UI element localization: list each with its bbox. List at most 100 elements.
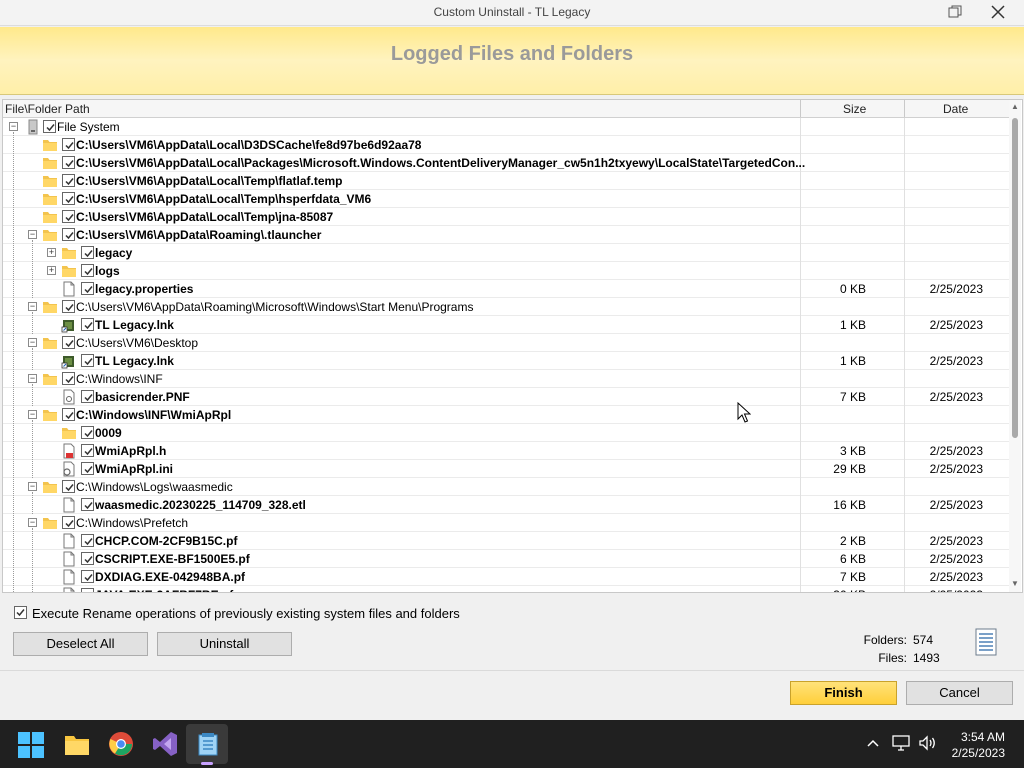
row-checkbox[interactable] [81, 588, 94, 592]
row-checkbox[interactable] [62, 516, 75, 529]
checkmark-icon [65, 178, 74, 186]
row-checkbox[interactable] [62, 372, 75, 385]
tree-row[interactable]: JAVA.EXE-3AFBF7BE.pf 30 KB 2/25/2023 [3, 586, 1009, 592]
row-size: 7 KB [839, 570, 866, 584]
row-checkbox[interactable] [62, 138, 75, 151]
tree-row[interactable]: C:\Users\VM6\AppData\Local\Temp\flatlaf.… [3, 172, 1009, 190]
deselect-all-button[interactable]: Deselect All [13, 632, 148, 656]
restore-icon[interactable] [948, 5, 962, 19]
row-checkbox[interactable] [81, 498, 94, 511]
file-icon [63, 497, 75, 513]
checkmark-icon [84, 250, 93, 258]
tree-guide-line [32, 348, 33, 370]
tree-row[interactable]: CSCRIPT.EXE-BF1500E5.pf 6 KB 2/25/2023 [3, 550, 1009, 568]
tree-row[interactable]: C:\Users\VM6\AppData\Local\Packages\Micr… [3, 154, 1009, 172]
row-checkbox[interactable] [81, 282, 94, 295]
row-checkbox[interactable] [62, 300, 75, 313]
uninstall-button[interactable]: Uninstall [157, 632, 292, 656]
row-checkbox[interactable] [62, 408, 75, 421]
file-tree[interactable]: File\Folder Path Size Date − File System C… [2, 99, 1023, 593]
tree-guide-line [32, 492, 33, 514]
scroll-up-icon[interactable]: ▲ [1010, 102, 1020, 112]
row-checkbox[interactable] [62, 156, 75, 169]
tree-row[interactable]: C:\Users\VM6\AppData\Local\D3DSCache\fe8… [3, 136, 1009, 154]
report-icon[interactable] [975, 628, 997, 656]
collapse-icon[interactable]: − [9, 122, 18, 131]
row-checkbox[interactable] [62, 336, 75, 349]
tree-row[interactable]: DXDIAG.EXE-042948BA.pf 7 KB 2/25/2023 [3, 568, 1009, 586]
visual-studio-icon[interactable] [152, 731, 178, 757]
row-checkbox[interactable] [81, 246, 94, 259]
tree-row[interactable]: WmiApRpl.h 3 KB 2/25/2023 [3, 442, 1009, 460]
chevron-up-icon[interactable] [866, 737, 880, 749]
expand-icon[interactable]: + [47, 248, 56, 257]
collapse-icon[interactable]: − [28, 230, 37, 239]
row-label: legacy [95, 246, 133, 260]
collapse-icon[interactable]: − [28, 518, 37, 527]
row-checkbox[interactable] [62, 174, 75, 187]
tree-row[interactable]: + logs [3, 262, 1009, 280]
collapse-icon[interactable]: − [28, 338, 37, 347]
tree-row[interactable]: − C:\Windows\INF\WmiApRpl [3, 406, 1009, 424]
row-checkbox[interactable] [81, 534, 94, 547]
tree-row[interactable]: − C:\Windows\Prefetch [3, 514, 1009, 532]
checkmark-icon [84, 466, 93, 474]
stats-panel: Folders: 574 Files: 1493 [853, 631, 940, 667]
column-header-date[interactable]: Date [943, 102, 968, 116]
collapse-icon[interactable]: − [28, 482, 37, 491]
tree-row[interactable]: TL Legacy.lnk 1 KB 2/25/2023 [3, 316, 1009, 334]
file-explorer-icon[interactable] [64, 732, 90, 756]
row-label: CSCRIPT.EXE-BF1500E5.pf [95, 552, 250, 566]
tree-row[interactable]: C:\Users\VM6\AppData\Local\Temp\hsperfda… [3, 190, 1009, 208]
vertical-scrollbar[interactable]: ▲ ▼ [1009, 100, 1021, 592]
volume-icon[interactable] [918, 735, 936, 751]
taskbar-clock[interactable]: 3:54 AM 2/25/2023 [935, 729, 1005, 761]
row-label: C:\Users\VM6\AppData\Roaming\Microsoft\W… [76, 300, 474, 314]
row-checkbox[interactable] [62, 228, 75, 241]
tree-row[interactable]: − C:\Windows\INF [3, 370, 1009, 388]
tree-row[interactable]: − File System [3, 118, 1009, 136]
tree-row[interactable]: − C:\Users\VM6\Desktop [3, 334, 1009, 352]
tree-row[interactable]: − C:\Users\VM6\AppData\Roaming\.tlauncher [3, 226, 1009, 244]
row-checkbox[interactable] [62, 192, 75, 205]
scroll-thumb[interactable] [1012, 118, 1018, 438]
row-checkbox[interactable] [81, 444, 94, 457]
tree-row[interactable]: waasmedic.20230225_114709_328.etl 16 KB 2/… [3, 496, 1009, 514]
column-header-path[interactable]: File\Folder Path [5, 102, 90, 116]
scroll-down-icon[interactable]: ▼ [1010, 579, 1020, 589]
row-checkbox[interactable] [81, 390, 94, 403]
rename-operations-checkbox[interactable] [14, 606, 27, 619]
collapse-icon[interactable]: − [28, 374, 37, 383]
tree-row[interactable]: C:\Users\VM6\AppData\Local\Temp\jna-8508… [3, 208, 1009, 226]
row-checkbox[interactable] [81, 318, 94, 331]
tree-row[interactable]: WmiApRpl.ini 29 KB 2/25/2023 [3, 460, 1009, 478]
tree-row[interactable]: − C:\Users\VM6\AppData\Roaming\Microsoft\… [3, 298, 1009, 316]
row-checkbox[interactable] [81, 462, 94, 475]
row-checkbox[interactable] [81, 570, 94, 583]
row-checkbox[interactable] [43, 120, 56, 133]
row-checkbox[interactable] [81, 552, 94, 565]
collapse-icon[interactable]: − [28, 410, 37, 419]
uninstaller-app-icon[interactable] [196, 731, 220, 757]
column-header-size[interactable]: Size [843, 102, 866, 116]
row-checkbox[interactable] [81, 264, 94, 277]
close-icon[interactable] [990, 4, 1006, 20]
tree-row[interactable]: TL Legacy.lnk 1 KB 2/25/2023 [3, 352, 1009, 370]
row-checkbox[interactable] [62, 210, 75, 223]
row-checkbox[interactable] [62, 480, 75, 493]
windows-start-icon[interactable] [18, 732, 44, 758]
row-checkbox[interactable] [81, 426, 94, 439]
row-checkbox[interactable] [81, 354, 94, 367]
tree-row[interactable]: CHCP.COM-2CF9B15C.pf 2 KB 2/25/2023 [3, 532, 1009, 550]
cancel-button[interactable]: Cancel [906, 681, 1013, 705]
expand-icon[interactable]: + [47, 266, 56, 275]
chrome-icon[interactable] [108, 731, 134, 757]
tree-row[interactable]: 0009 [3, 424, 1009, 442]
finish-button[interactable]: Finish [790, 681, 897, 705]
tree-row[interactable]: − C:\Windows\Logs\waasmedic [3, 478, 1009, 496]
tree-row[interactable]: basicrender.PNF 7 KB 2/25/2023 [3, 388, 1009, 406]
tree-row[interactable]: legacy.properties 0 KB 2/25/2023 [3, 280, 1009, 298]
tree-row[interactable]: + legacy [3, 244, 1009, 262]
collapse-icon[interactable]: − [28, 302, 37, 311]
network-icon[interactable] [892, 735, 910, 751]
